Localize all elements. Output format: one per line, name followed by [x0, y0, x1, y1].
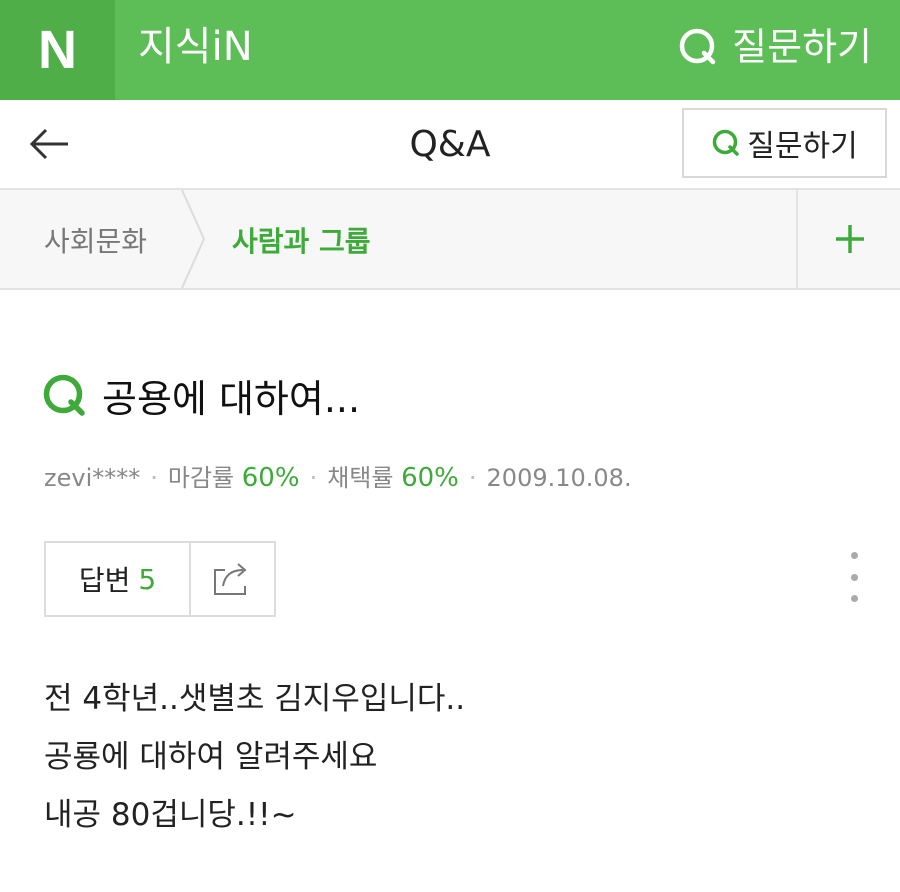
question-body-line: 전 4학년..샛별초 김지우입니다.. [44, 681, 466, 717]
answers-button[interactable]: 답변 5 [46, 543, 191, 615]
separator-dot: · [309, 464, 318, 492]
answer-share-box: 답변 5 [44, 541, 276, 617]
separator-dot: · [468, 464, 477, 492]
more-dot [850, 552, 858, 559]
q-search-icon [713, 129, 740, 156]
naver-logo[interactable]: N [0, 0, 115, 100]
share-icon [213, 563, 247, 595]
close-rate-value: 60% [241, 463, 300, 493]
question-title: 공용에 대하여... [42, 368, 360, 423]
question-date: 2009.10.08. [486, 464, 632, 492]
q-question-icon [43, 374, 85, 416]
plus-icon [836, 225, 864, 253]
question-meta: zevi**** · 마감률 60% · 채택률 60% · 2009.10.08. [44, 458, 632, 493]
top-ask-label: 질문하기 [732, 25, 872, 69]
breadcrumb-separator-icon [181, 190, 206, 288]
add-category-button[interactable] [796, 190, 900, 288]
breadcrumb-item-category[interactable]: 사회문화 [44, 220, 147, 260]
question-body-line: 내공 80겁니당.!!~ [44, 797, 297, 833]
top-ask-question-button[interactable]: 질문하기 [678, 22, 872, 72]
adopt-rate-value: 60% [401, 463, 459, 493]
q-search-icon [679, 28, 716, 65]
qa-header: Q&A 질문하기 [0, 100, 900, 190]
question-body: 전 4학년..샛별초 김지우입니다.. 공룡에 대하여 알려주세요 내공 80겁… [44, 670, 465, 844]
breadcrumb: 사회문화 사람과 그룹 [0, 190, 900, 290]
breadcrumb-item-subcategory[interactable]: 사람과 그룹 [232, 220, 371, 260]
naver-logo-letter: N [38, 20, 77, 80]
adopt-rate-label: 채택률 [327, 464, 394, 492]
separator-dot: · [150, 464, 158, 492]
service-title[interactable]: 지식iN [138, 22, 253, 72]
answers-count: 5 [138, 562, 157, 596]
more-dot [850, 573, 858, 581]
share-button[interactable] [191, 543, 274, 615]
question-body-line: 공룡에 대하여 알려주세요 [44, 739, 378, 775]
top-navigation-bar: N 지식iN 질문하기 [0, 0, 900, 100]
close-rate-label: 마감률 [167, 464, 235, 492]
question-title-text: 공용에 대하여... [102, 377, 361, 421]
ask-button-label: 질문하기 [747, 129, 858, 164]
more-vertical-icon[interactable] [846, 552, 862, 602]
answers-label: 답변 [78, 564, 131, 597]
ask-question-button[interactable]: 질문하기 [682, 108, 887, 178]
more-dot [850, 595, 858, 602]
author-id[interactable]: zevi**** [44, 464, 140, 492]
